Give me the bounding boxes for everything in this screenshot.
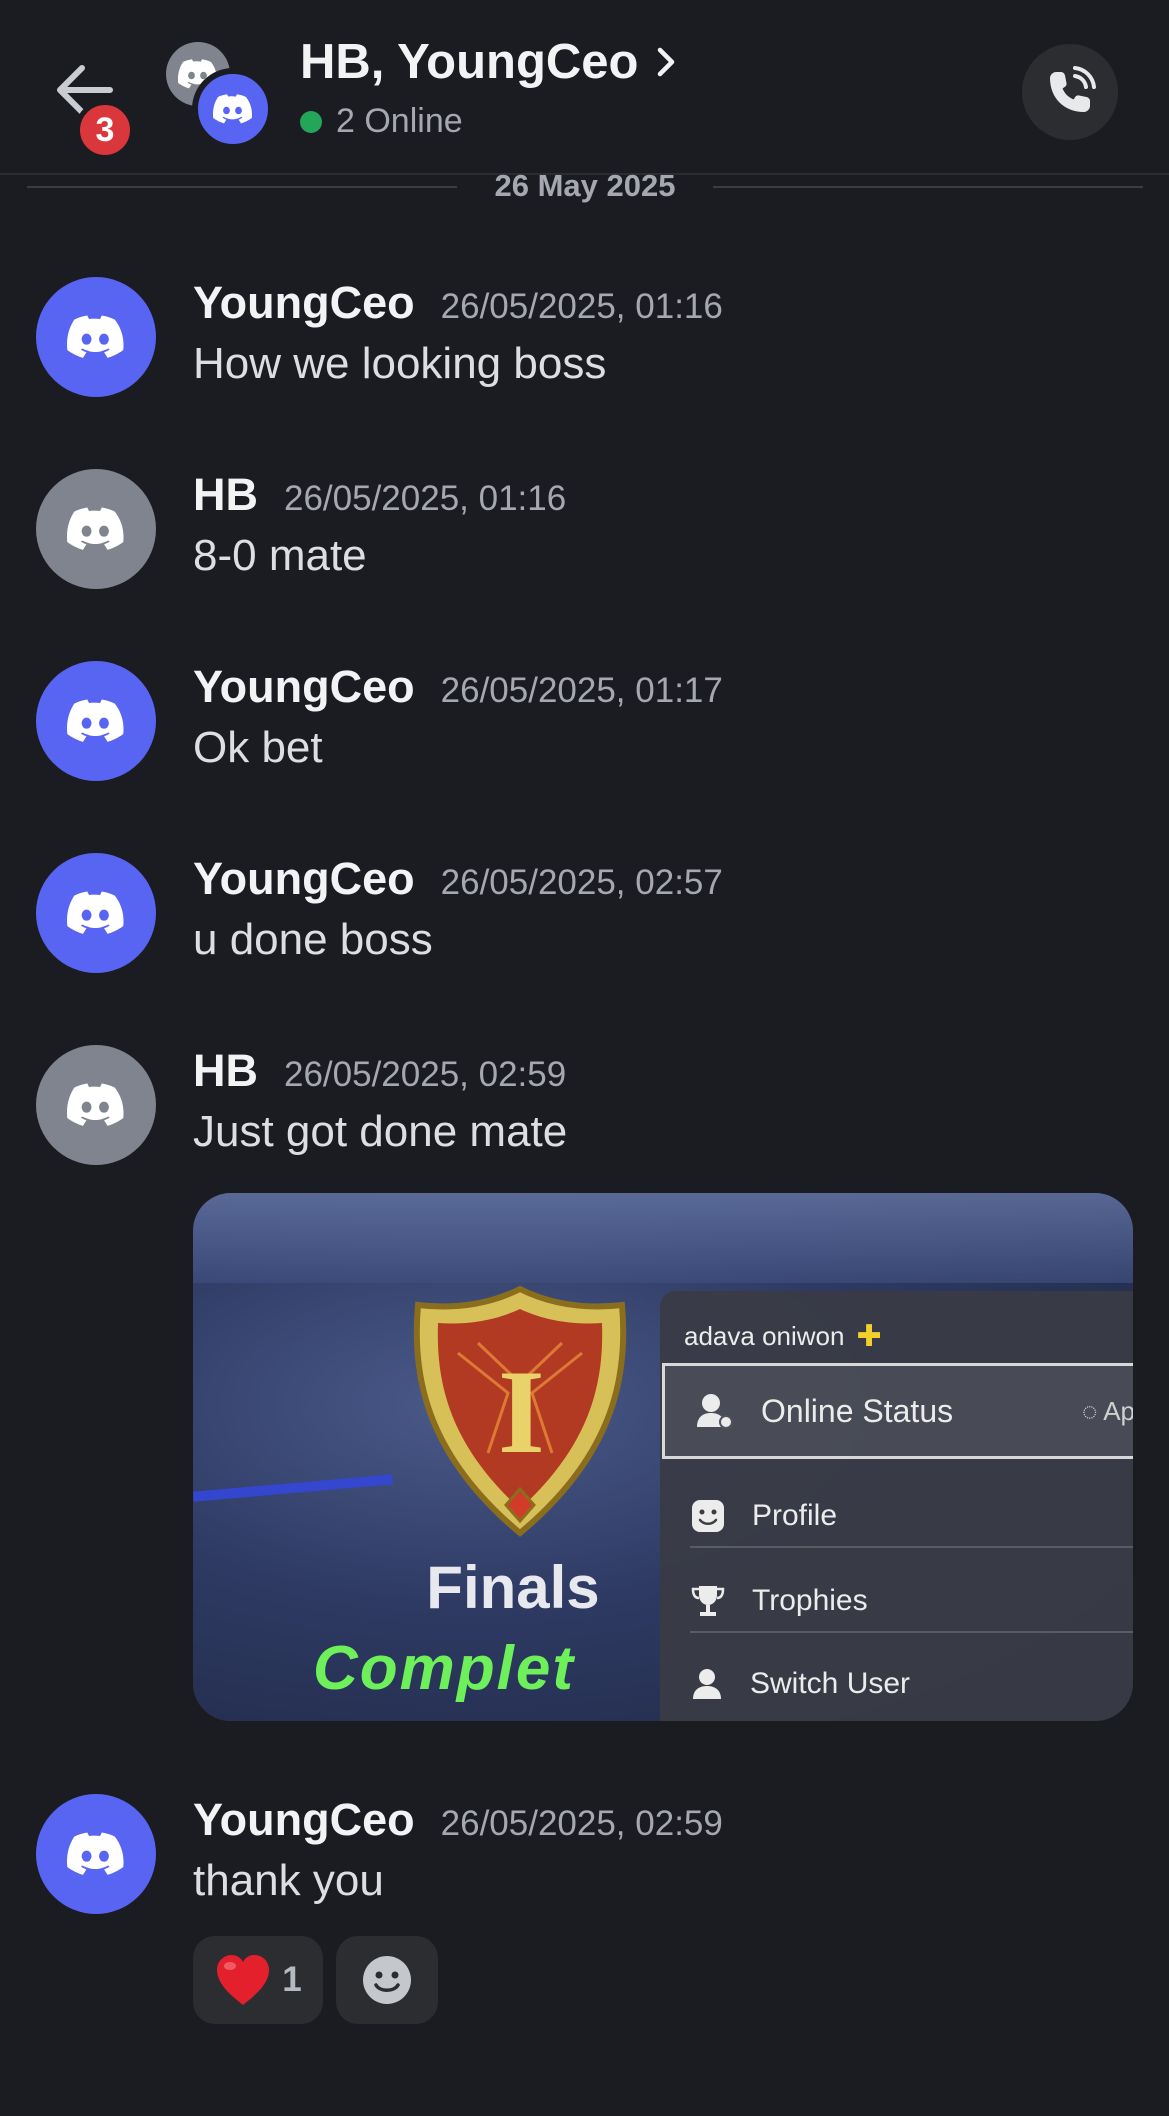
online-dot-icon xyxy=(300,110,322,133)
call-icon xyxy=(1050,66,1096,112)
message-meta: YoungCeo 26/05/2025, 02:57 xyxy=(193,853,723,905)
online-count: 2 Online xyxy=(336,102,463,140)
reaction-heart[interactable]: 1 xyxy=(193,1936,323,2024)
message-text: Ok bet xyxy=(193,723,323,772)
online-status: 2 Online xyxy=(300,102,463,141)
group-avatar-youngceo xyxy=(192,68,274,150)
timestamp: 26/05/2025, 02:59 xyxy=(440,1804,723,1843)
console-username: adava oniwon xyxy=(684,1321,845,1351)
avatar[interactable] xyxy=(36,277,156,397)
menu-status-value: ◌ Ap xyxy=(1081,1395,1133,1426)
author-name[interactable]: YoungCeo xyxy=(193,277,415,329)
chevron-right-icon xyxy=(658,47,675,77)
date-divider: 26 May 2025 xyxy=(27,168,1143,204)
menu-profile: Profile xyxy=(660,1486,1133,1546)
message-text: How we looking boss xyxy=(193,339,607,388)
timestamp: 26/05/2025, 02:57 xyxy=(440,863,723,902)
avatar[interactable] xyxy=(36,1045,156,1165)
user-status-icon xyxy=(697,1394,733,1429)
divider-line xyxy=(713,186,1143,188)
shield-numeral: I xyxy=(498,1345,545,1478)
call-button[interactable] xyxy=(1022,44,1118,140)
author-name[interactable]: HB xyxy=(193,1045,258,1097)
message-meta: YoungCeo 26/05/2025, 02:59 xyxy=(193,1794,723,1846)
discord-logo-icon xyxy=(67,1832,124,1875)
message-text: u done boss xyxy=(193,915,433,964)
avatar[interactable] xyxy=(36,1794,156,1914)
message-text: thank you xyxy=(193,1856,384,1905)
avatar[interactable] xyxy=(36,661,156,781)
complete-label: Complet xyxy=(313,1634,575,1703)
menu-item-label: Trophies xyxy=(752,1584,868,1617)
unread-badge: 3 xyxy=(75,100,135,160)
reaction-count: 1 xyxy=(282,1960,302,1999)
menu-item-label: Switch User xyxy=(750,1667,911,1700)
discord-logo-icon xyxy=(67,315,124,358)
chat-title-button[interactable]: HB, YoungCeo xyxy=(300,34,676,90)
smiley-face-icon xyxy=(692,1500,724,1532)
finals-label: Finals xyxy=(426,1554,600,1621)
chat-header: 3 HB, YoungCeo 2 Online xyxy=(0,0,1169,175)
discord-logo-icon xyxy=(67,699,124,742)
user-icon xyxy=(693,1669,721,1699)
message-meta: HB 26/05/2025, 01:16 xyxy=(193,469,566,521)
avatar[interactable] xyxy=(36,469,156,589)
attachment-stadium-sky xyxy=(193,1193,1133,1283)
add-reaction-icon xyxy=(363,1956,411,2004)
message-meta: YoungCeo 26/05/2025, 01:16 xyxy=(193,277,723,329)
plus-icon: ✚ xyxy=(856,1320,882,1353)
message-text: Just got done mate xyxy=(193,1107,568,1156)
menu-switch-user: Switch User xyxy=(660,1654,1133,1714)
menu-trophies: Trophies xyxy=(660,1571,1133,1631)
menu-item-label: Online Status xyxy=(761,1392,954,1429)
console-user: adava oniwon ✚ xyxy=(684,1319,882,1354)
discord-logo-icon xyxy=(213,94,252,124)
author-name[interactable]: YoungCeo xyxy=(193,661,415,713)
timestamp: 26/05/2025, 02:59 xyxy=(284,1055,567,1094)
discord-logo-icon xyxy=(67,507,124,550)
chat-title: HB, YoungCeo xyxy=(300,35,639,89)
author-name[interactable]: YoungCeo xyxy=(193,853,415,905)
avatar[interactable] xyxy=(36,853,156,973)
console-menu: adava oniwon ✚ Online Status ◌ Ap Profil… xyxy=(660,1291,1133,1721)
menu-item-label: Profile xyxy=(752,1499,838,1532)
discord-logo-icon xyxy=(67,1083,124,1126)
menu-divider xyxy=(690,1631,1133,1633)
heart-emoji-icon xyxy=(217,1955,270,2005)
menu-divider xyxy=(690,1546,1133,1548)
message-text: 8-0 mate xyxy=(193,531,367,580)
image-attachment[interactable]: I Finals Complet adava oniwon ✚ Online S… xyxy=(193,1193,1133,1721)
author-name[interactable]: HB xyxy=(193,469,258,521)
discord-logo-icon xyxy=(67,891,124,934)
message-meta: YoungCeo 26/05/2025, 01:17 xyxy=(193,661,723,713)
menu-online-status: Online Status ◌ Ap xyxy=(662,1363,1133,1459)
timestamp: 26/05/2025, 01:16 xyxy=(284,479,567,518)
timestamp: 26/05/2025, 01:16 xyxy=(440,287,723,326)
message-meta: HB 26/05/2025, 02:59 xyxy=(193,1045,566,1097)
add-reaction-button[interactable] xyxy=(336,1936,438,2024)
timestamp: 26/05/2025, 01:17 xyxy=(440,671,723,710)
trophy-icon xyxy=(691,1586,725,1616)
author-name[interactable]: YoungCeo xyxy=(193,1794,415,1846)
